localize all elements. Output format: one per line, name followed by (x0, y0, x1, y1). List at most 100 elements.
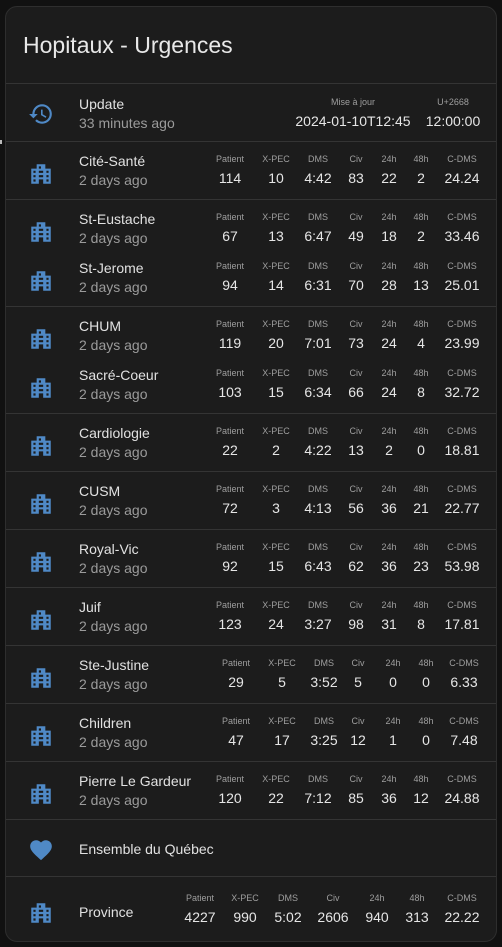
stat-header: X-PEC (262, 774, 290, 784)
stat-value: 10 (268, 170, 284, 186)
stat-header: X-PEC (262, 212, 290, 222)
stat-48h: 48h 313 (395, 892, 439, 926)
update-ago: 33 minutes ago (79, 115, 175, 131)
stat-c-dms: C-DMS 6.33 (442, 657, 486, 691)
stat-value: 22.22 (444, 909, 480, 925)
stat-value: 24 (268, 616, 284, 632)
stat-c-dms: C-DMS 24.88 (440, 773, 484, 807)
stat-value: 33.46 (444, 228, 480, 244)
stat-header: C-DMS (449, 716, 479, 726)
stat-48h: 48h 12 (399, 773, 443, 807)
hospital-row-st-eustache[interactable]: St-Eustache 2 days ago Patient 67 X-PEC 13 DMS… (6, 211, 496, 251)
province-row[interactable]: Province Patient 4227 X-PEC 990 DMS 5:02 Civ 260… (6, 892, 496, 932)
stat-value: 123 (218, 616, 242, 632)
stat-c-dms: C-DMS 53.98 (440, 541, 484, 575)
stat-patient: Patient 123 (208, 599, 252, 633)
stat-header: X-PEC (262, 426, 290, 436)
stat-x-pec: X-PEC 5 (260, 657, 304, 691)
hospital-row-juif[interactable]: Juif 2 days ago Patient 123 X-PEC 24 DMS 3:27 Ci… (6, 599, 496, 639)
stat-value: 3 (272, 500, 280, 516)
divider (6, 761, 496, 762)
stat-header: DMS (278, 893, 298, 903)
stat-value: 25.01 (444, 277, 480, 293)
divider (6, 703, 496, 704)
stat-48h: 48h 4 (399, 318, 443, 352)
hospital-row-royal-vic[interactable]: Royal-Vic 2 days ago Patient 92 X-PEC 15 DMS 6:… (6, 541, 496, 581)
stat-c-dms: C-DMS 24.24 (440, 153, 484, 187)
stat-header: Patient (215, 484, 245, 494)
divider (6, 413, 496, 414)
hospital-row-sacre-coeur[interactable]: Sacré-Coeur 2 days ago Patient 103 X-PEC 15 DM… (6, 367, 496, 407)
hospital-row-chum[interactable]: CHUM 2 days ago Patient 119 X-PEC 20 DMS 7:01 Ci… (6, 318, 496, 358)
stat-patient: Patient 47 (214, 715, 258, 749)
update-row[interactable]: Update 33 minutes ago Mise à jour 2024-0… (6, 96, 496, 136)
stat-patient: Patient 92 (208, 541, 252, 575)
stat-value: 0 (417, 442, 425, 458)
stat-header: Patient (215, 319, 245, 329)
stat-value: 2 (417, 228, 425, 244)
hospital-row-children[interactable]: Children 2 days ago Patient 47 X-PEC 17 DMS 3:2… (6, 715, 496, 755)
section-label: Ensemble du Québec (79, 841, 214, 857)
time-header: U+2668 (437, 97, 469, 107)
stat-dms: DMS 5:02 (266, 892, 310, 926)
stat-header: Patient (221, 716, 251, 726)
stat-value: 22 (268, 790, 284, 806)
hospital-row-cusm[interactable]: CUSM 2 days ago Patient 72 X-PEC 3 DMS 4:13 Civ 5… (6, 483, 496, 523)
stat-c-dms: C-DMS 23.99 (440, 318, 484, 352)
stat-c-dms: C-DMS 33.46 (440, 211, 484, 245)
stat-value: 23 (413, 558, 429, 574)
stat-patient: Patient 67 (208, 211, 252, 245)
stats-group: Patient 47 X-PEC 17 DMS 3:25 Civ 12 24h 1 48h 0 C-DM… (6, 715, 496, 755)
divider (6, 141, 496, 142)
stat-value: 23.99 (444, 335, 480, 351)
stat-header: X-PEC (262, 600, 290, 610)
stat-x-pec: X-PEC 13 (254, 211, 298, 245)
stat-header: Civ (326, 893, 340, 903)
stat-c-dms: C-DMS 25.01 (440, 260, 484, 294)
stat-48h: 48h 0 (399, 425, 443, 459)
stat-value: 22.77 (444, 500, 480, 516)
stats-group: Patient 67 X-PEC 13 DMS 6:47 Civ 49 24h 18 48h 2 C-D… (6, 211, 496, 251)
divider (6, 819, 496, 820)
stat-header: 48h (413, 212, 429, 222)
stat-patient: Patient 94 (208, 260, 252, 294)
stat-header: Patient (215, 426, 245, 436)
stat-value: 6.33 (450, 674, 478, 690)
stat-x-pec: X-PEC 3 (254, 483, 298, 517)
stat-value: 8 (417, 616, 425, 632)
stat-value: 21 (413, 500, 429, 516)
stat-24h: 24h 940 (355, 892, 399, 926)
stat-x-pec: X-PEC 990 (223, 892, 267, 926)
last-update-value: 2024-01-10T12:45 (295, 113, 411, 129)
stat-value: 2606 (317, 909, 349, 925)
divider (6, 645, 496, 646)
stats-group: Patient 120 X-PEC 22 DMS 7:12 Civ 85 24h 36 48h 12 C… (6, 773, 496, 813)
stat-header: X-PEC (262, 261, 290, 271)
stat-48h: 48h 8 (399, 367, 443, 401)
hospital-row-pierre-le-gardeur[interactable]: Pierre Le Gardeur 2 days ago Patient 120 X-P… (6, 773, 496, 813)
stat-header: C-DMS (447, 261, 477, 271)
stat-value: 24.88 (444, 790, 480, 806)
stat-header: 48h (413, 154, 429, 164)
stat-x-pec: X-PEC 14 (254, 260, 298, 294)
stat-header: Patient (215, 600, 245, 610)
stats-group: Patient 29 X-PEC 5 DMS 3:52 Civ 5 24h 0 48h 0 C-DMS 6… (6, 657, 496, 697)
stat-value: 17 (274, 732, 290, 748)
section-quebec-row: Ensemble du Québec (6, 830, 496, 866)
hospital-row-cardiologie[interactable]: Cardiologie 2 days ago Patient 22 X-PEC 2 DMS 4… (6, 425, 496, 465)
stat-value: 29 (228, 674, 244, 690)
time-value: 12:00:00 (425, 113, 481, 129)
stat-patient: Patient 29 (214, 657, 258, 691)
stat-48h: 48h 8 (399, 599, 443, 633)
stat-value: 2 (272, 442, 280, 458)
stat-header: 48h (413, 319, 429, 329)
stat-header: 48h (413, 261, 429, 271)
hospital-row-st-jerome[interactable]: St-Jerome 2 days ago Patient 94 X-PEC 14 DMS 6:… (6, 260, 496, 300)
stat-c-dms: C-DMS 17.81 (440, 599, 484, 633)
stat-header: C-DMS (447, 426, 477, 436)
last-update-field: Mise à jour 2024-01-10T12:45 (292, 96, 414, 130)
stat-x-pec: X-PEC 15 (254, 367, 298, 401)
stat-value: 13 (268, 228, 284, 244)
hospital-row-ste-justine[interactable]: Ste-Justine 2 days ago Patient 29 X-PEC 5 DMS 3… (6, 657, 496, 697)
hospital-row-cite-sante[interactable]: Cité-Santé 2 days ago Patient 114 X-PEC 10 DMS… (6, 153, 496, 193)
